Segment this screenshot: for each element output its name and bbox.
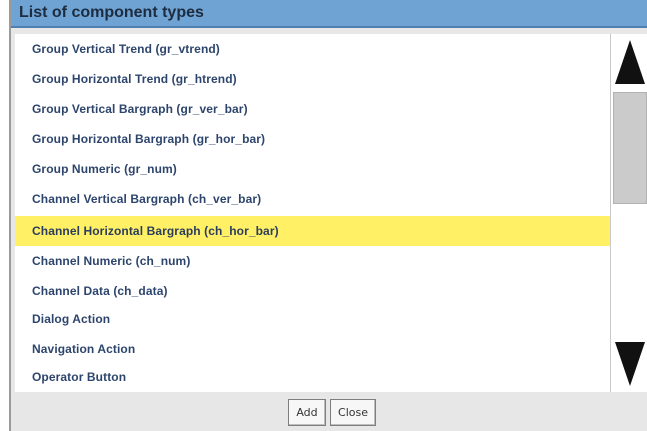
component-types-dialog: List of component types Group Vertical T… <box>9 0 647 431</box>
list-item[interactable]: Channel Horizontal Bargraph (ch_hor_bar) <box>15 216 613 246</box>
title-bar: List of component types <box>11 0 647 28</box>
triangle-up-icon <box>615 40 645 84</box>
scroll-up-button[interactable] <box>611 34 647 90</box>
list-item[interactable]: Group Vertical Trend (gr_vtrend) <box>15 34 613 64</box>
list-item[interactable]: Channel Vertical Bargraph (ch_ver_bar) <box>15 184 613 214</box>
list-item[interactable]: Channel Numeric (ch_num) <box>15 246 613 276</box>
component-type-list[interactable]: Group Vertical Trend (gr_vtrend) Group H… <box>15 34 613 392</box>
scroll-thumb[interactable] <box>613 92 647 204</box>
list-item[interactable]: Dialog Action <box>15 304 613 334</box>
list-item[interactable]: Operator Button <box>15 362 613 392</box>
scroll-down-button[interactable] <box>611 336 647 392</box>
list-item[interactable]: Group Numeric (gr_num) <box>15 154 613 184</box>
list-item[interactable]: Channel Data (ch_data) <box>15 276 613 306</box>
triangle-down-icon <box>615 342 645 386</box>
list-item[interactable]: Group Horizontal Bargraph (gr_hor_bar) <box>15 124 613 154</box>
dialog-title: List of component types <box>19 4 204 21</box>
list-scrollbar[interactable] <box>610 34 647 392</box>
button-bar: Add Close <box>11 392 647 431</box>
add-button[interactable]: Add <box>288 399 326 426</box>
list-item[interactable]: Group Vertical Bargraph (gr_ver_bar) <box>15 94 613 124</box>
list-item[interactable]: Group Horizontal Trend (gr_htrend) <box>15 64 613 94</box>
close-button[interactable]: Close <box>330 399 376 426</box>
list-item[interactable]: Navigation Action <box>15 334 613 364</box>
